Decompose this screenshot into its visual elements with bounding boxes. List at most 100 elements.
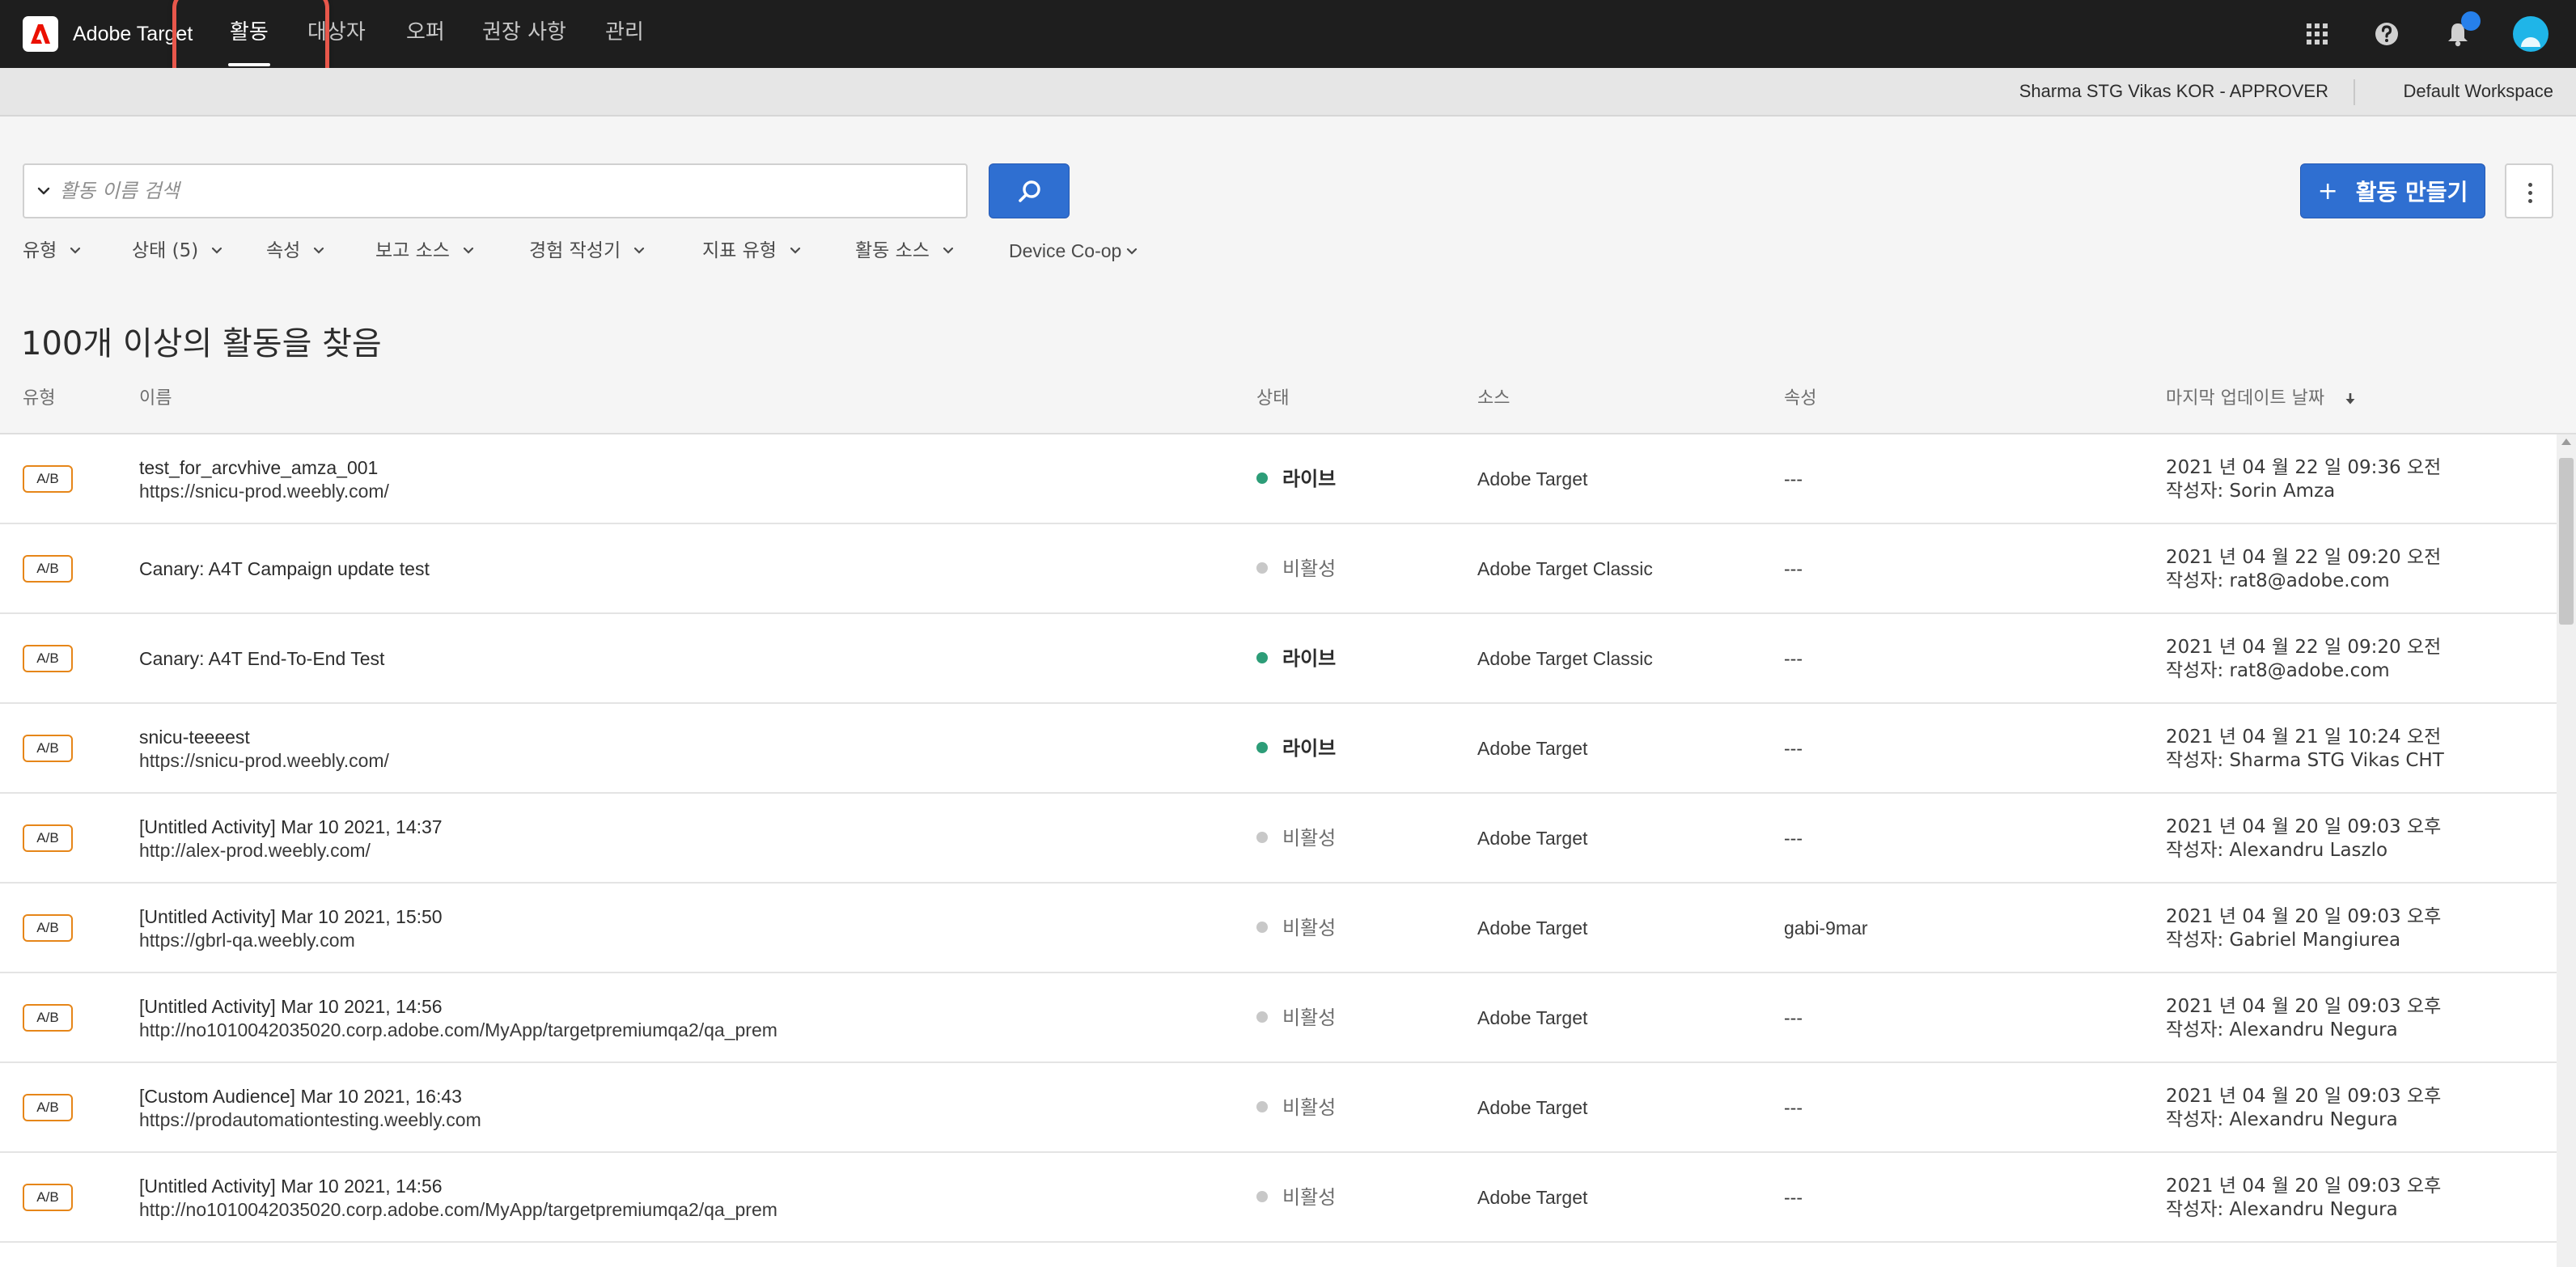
activity-source: Adobe Target xyxy=(1477,1187,1588,1208)
chevron-down-icon xyxy=(212,247,222,254)
activity-author: 작성자: Alexandru Negura xyxy=(2166,1198,2398,1220)
activity-last-updated: 2021 년 04 월 21 일 10:24 오전 작성자: Sharma STG… xyxy=(2166,704,2444,794)
activity-property: --- xyxy=(1784,1187,1803,1208)
activity-name-cell[interactable]: [Untitled Activity] Mar 10 2021, 14:56 ht… xyxy=(139,1153,777,1243)
filter-status[interactable]: 상태 (5) xyxy=(132,236,224,265)
search-input[interactable] xyxy=(60,165,958,217)
activity-type-badge: A/B xyxy=(23,645,73,672)
status-dot-icon xyxy=(1256,922,1268,933)
nav-tab-recommendations[interactable]: 권장 사항 xyxy=(482,0,566,68)
table-row[interactable]: A/B test_for_arcvhive_amza_001 https://sni… xyxy=(0,434,2557,524)
column-header-name[interactable]: 이름 xyxy=(139,383,172,409)
more-options-button[interactable] xyxy=(2505,163,2553,218)
activity-name[interactable]: test_for_arcvhive_amza_001 xyxy=(139,456,389,480)
activity-last-updated: 2021 년 04 월 20 일 09:03 오후 작성자: Gabriel Ma… xyxy=(2166,884,2441,973)
nav-tab-administration[interactable]: 관리 xyxy=(605,0,644,68)
column-header-last-updated-label: 마지막 업데이트 날짜 xyxy=(2166,388,2325,409)
column-header-last-updated[interactable]: 마지막 업데이트 날짜 xyxy=(2166,383,2358,409)
apps-grid-icon[interactable] xyxy=(2299,16,2335,52)
context-bar: Sharma STG Vikas KOR - APPROVER Default … xyxy=(0,68,2576,117)
activity-type-badge: A/B xyxy=(23,1094,73,1121)
activity-name-cell[interactable]: Canary: A4T Campaign update test xyxy=(139,524,430,614)
activity-name[interactable]: [Untitled Activity] Mar 10 2021, 14:56 xyxy=(139,1175,777,1198)
activity-name-cell[interactable]: [Untitled Activity] Mar 10 2021, 14:37 ht… xyxy=(139,794,443,884)
scroll-up-arrow-icon[interactable] xyxy=(2561,439,2571,445)
column-header-source[interactable]: 소스 xyxy=(1477,383,1510,409)
activity-source: Adobe Target Classic xyxy=(1477,648,1653,669)
adobe-logo-icon[interactable] xyxy=(23,16,58,52)
filter-experience-composer[interactable]: 경험 작성기 xyxy=(529,236,646,265)
activity-source: Adobe Target xyxy=(1477,1097,1588,1118)
column-header-status[interactable]: 상태 xyxy=(1256,383,1289,409)
activity-last-updated: 2021 년 04 월 20 일 09:03 오후 작성자: Alexandru … xyxy=(2166,973,2441,1063)
plus-icon: + xyxy=(2317,176,2338,206)
help-icon[interactable] xyxy=(2369,16,2404,52)
table-row[interactable]: A/B [Untitled Activity] Mar 10 2021, 14:5… xyxy=(0,973,2557,1063)
chevron-down-icon[interactable] xyxy=(34,181,53,201)
filter-metric-type-label: 지표 유형 xyxy=(702,240,777,261)
chevron-down-icon xyxy=(314,247,324,254)
table-row[interactable]: A/B [Untitled Activity] Mar 10 2021, 14:3… xyxy=(0,794,2557,884)
activity-status: 비활성 xyxy=(1256,794,1336,884)
activity-type-badge: A/B xyxy=(23,1004,73,1032)
search-field[interactable] xyxy=(23,163,968,218)
search-button[interactable] xyxy=(989,163,1070,218)
activity-status-label: 라이브 xyxy=(1282,468,1337,490)
activity-updated-date: 2021 년 04 월 20 일 09:03 오후 xyxy=(2166,816,2442,837)
column-header-property[interactable]: 속성 xyxy=(1784,383,1816,409)
activity-name[interactable]: [Untitled Activity] Mar 10 2021, 15:50 xyxy=(139,905,443,929)
activity-name[interactable]: Canary: A4T End-To-End Test xyxy=(139,647,384,671)
activity-type-badge: A/B xyxy=(23,824,73,852)
activity-name-cell[interactable]: [Untitled Activity] Mar 10 2021, 14:56 ht… xyxy=(139,973,777,1063)
table-row[interactable]: A/B snicu-teeeest https://snicu-prod.weebl… xyxy=(0,704,2557,794)
table-row[interactable]: A/B [Untitled Activity] Mar 10 2021, 15:5… xyxy=(0,884,2557,973)
activity-type-badge: A/B xyxy=(23,735,73,762)
activity-property: --- xyxy=(1784,468,1803,489)
activity-name[interactable]: snicu-teeeest xyxy=(139,726,389,749)
activity-url: https://snicu-prod.weebly.com/ xyxy=(139,480,389,502)
filter-reporting-source[interactable]: 보고 소스 xyxy=(375,236,476,265)
activity-name-cell[interactable]: Canary: A4T End-To-End Test xyxy=(139,614,384,704)
activity-author: 작성자: Alexandru Negura xyxy=(2166,1019,2398,1040)
activity-name[interactable]: [Untitled Activity] Mar 10 2021, 14:37 xyxy=(139,816,443,839)
activity-name[interactable]: [Untitled Activity] Mar 10 2021, 14:56 xyxy=(139,995,777,1019)
user-avatar-icon[interactable] xyxy=(2513,16,2548,52)
activity-name-cell[interactable]: snicu-teeeest https://snicu-prod.weebly.c… xyxy=(139,704,389,794)
activity-property: --- xyxy=(1784,648,1803,669)
divider xyxy=(2354,79,2355,105)
activity-name[interactable]: [Custom Audience] Mar 10 2021, 16:43 xyxy=(139,1085,481,1108)
table-row[interactable]: A/B Canary: A4T End-To-End Test 라이브 Adobe T… xyxy=(0,614,2557,704)
column-header-type[interactable]: 유형 xyxy=(23,383,55,409)
activity-name[interactable]: Canary: A4T Campaign update test xyxy=(139,557,430,581)
filter-activity-source[interactable]: 활동 소스 xyxy=(855,236,955,265)
scrollbar-thumb[interactable] xyxy=(2559,458,2574,625)
workspace-selector[interactable]: Default Workspace xyxy=(2404,68,2553,115)
table-row[interactable]: A/B [Untitled Activity] Mar 10 2021, 14:5… xyxy=(0,1153,2557,1243)
activity-name-cell[interactable]: test_for_arcvhive_amza_001 https://snicu-… xyxy=(139,434,389,524)
status-dot-icon xyxy=(1256,1011,1268,1023)
status-dot-icon xyxy=(1256,832,1268,843)
activity-last-updated: 2021 년 04 월 22 일 09:36 오전 작성자: Sorin Amza xyxy=(2166,434,2441,524)
create-activity-button[interactable]: + 활동 만들기 xyxy=(2300,163,2485,218)
activity-author: 작성자: Sorin Amza xyxy=(2166,480,2336,502)
activity-status-label: 비활성 xyxy=(1282,1006,1337,1029)
activity-status-label: 비활성 xyxy=(1282,557,1337,580)
filter-metric-type[interactable]: 지표 유형 xyxy=(702,236,803,265)
current-user-role[interactable]: Sharma STG Vikas KOR - APPROVER xyxy=(2019,68,2328,115)
filter-type[interactable]: 유형 xyxy=(23,236,83,265)
table-row[interactable]: A/B Canary: A4T Campaign update test 비활성 Ad… xyxy=(0,524,2557,614)
filter-device-coop[interactable]: Device Co-op xyxy=(1009,236,1139,265)
table-row[interactable]: A/B [Custom Audience] Mar 10 2021, 16:43 h… xyxy=(0,1063,2557,1153)
activity-name-cell[interactable]: [Custom Audience] Mar 10 2021, 16:43 http… xyxy=(139,1063,481,1153)
activity-last-updated: 2021 년 04 월 22 일 09:20 오전 작성자: rat8@adobe… xyxy=(2166,614,2441,704)
chevron-down-icon xyxy=(70,247,81,254)
sort-descending-icon[interactable] xyxy=(2343,391,2358,407)
activity-url: http://alex-prod.weebly.com/ xyxy=(139,839,371,861)
nav-tab-offers[interactable]: 오퍼 xyxy=(406,0,445,68)
activity-name-cell[interactable]: [Untitled Activity] Mar 10 2021, 15:50 ht… xyxy=(139,884,443,973)
activity-status-label: 비활성 xyxy=(1282,827,1337,850)
more-vertical-icon-dot xyxy=(2528,199,2532,203)
activity-source: Adobe Target xyxy=(1477,917,1588,939)
filter-property[interactable]: 속성 xyxy=(266,236,326,265)
activity-last-updated: 2021 년 04 월 20 일 09:03 오후 작성자: Alexandru … xyxy=(2166,1153,2441,1243)
